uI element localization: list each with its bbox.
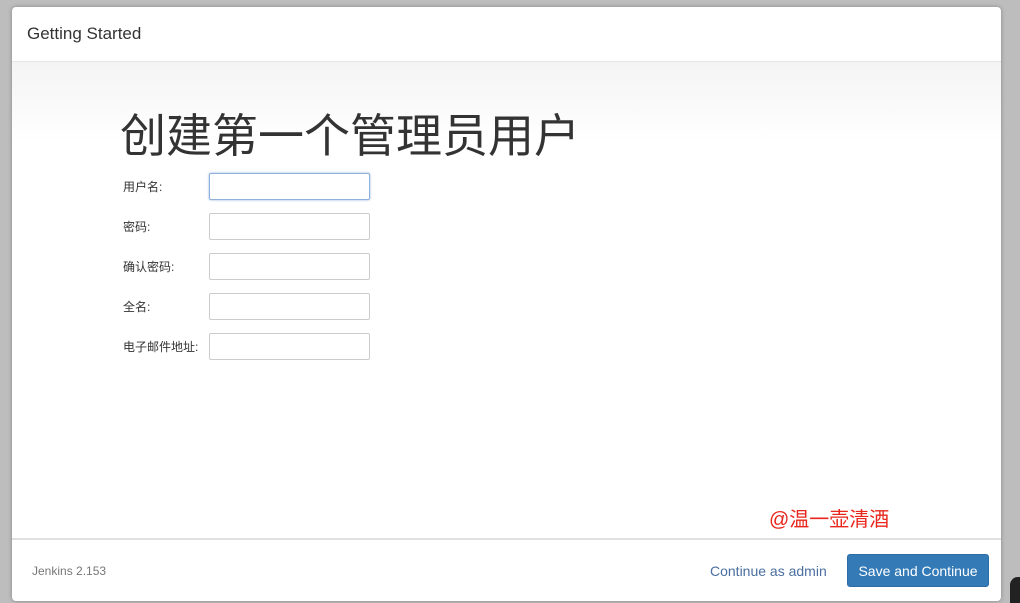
password-row: 密码: xyxy=(123,213,370,240)
email-row: 电子邮件地址: xyxy=(123,333,370,360)
dialog-body: 创建第一个管理员用户 用户名: 密码: 确认密码: 全名: 电子邮件地址: @温… xyxy=(12,62,1001,539)
email-input[interactable] xyxy=(209,333,370,360)
username-row: 用户名: xyxy=(123,173,370,200)
fullname-row: 全名: xyxy=(123,293,370,320)
save-and-continue-button[interactable]: Save and Continue xyxy=(847,554,989,587)
setup-wizard-dialog: Getting Started 创建第一个管理员用户 用户名: 密码: 确认密码… xyxy=(12,7,1001,601)
dialog-footer: Jenkins 2.153 Continue as admin Save and… xyxy=(12,538,1001,601)
watermark: @温一壶清酒 xyxy=(769,509,890,531)
password-input[interactable] xyxy=(209,213,370,240)
fullname-label: 全名: xyxy=(123,300,151,314)
confirm-password-input[interactable] xyxy=(209,253,370,280)
dialog-header: Getting Started xyxy=(12,7,1001,62)
confirm-password-label: 确认密码: xyxy=(123,260,175,274)
page-title: 创建第一个管理员用户 xyxy=(120,110,580,162)
dialog-title: Getting Started xyxy=(27,24,142,43)
version-label: Jenkins 2.153 xyxy=(32,563,107,578)
background-corner xyxy=(1010,577,1020,603)
continue-as-admin-link[interactable]: Continue as admin xyxy=(710,563,827,579)
confirm-password-row: 确认密码: xyxy=(123,253,370,280)
username-input[interactable] xyxy=(209,173,370,200)
username-label: 用户名: xyxy=(123,180,163,194)
fullname-input[interactable] xyxy=(209,293,370,320)
password-label: 密码: xyxy=(123,220,151,234)
email-label: 电子邮件地址: xyxy=(123,340,199,354)
